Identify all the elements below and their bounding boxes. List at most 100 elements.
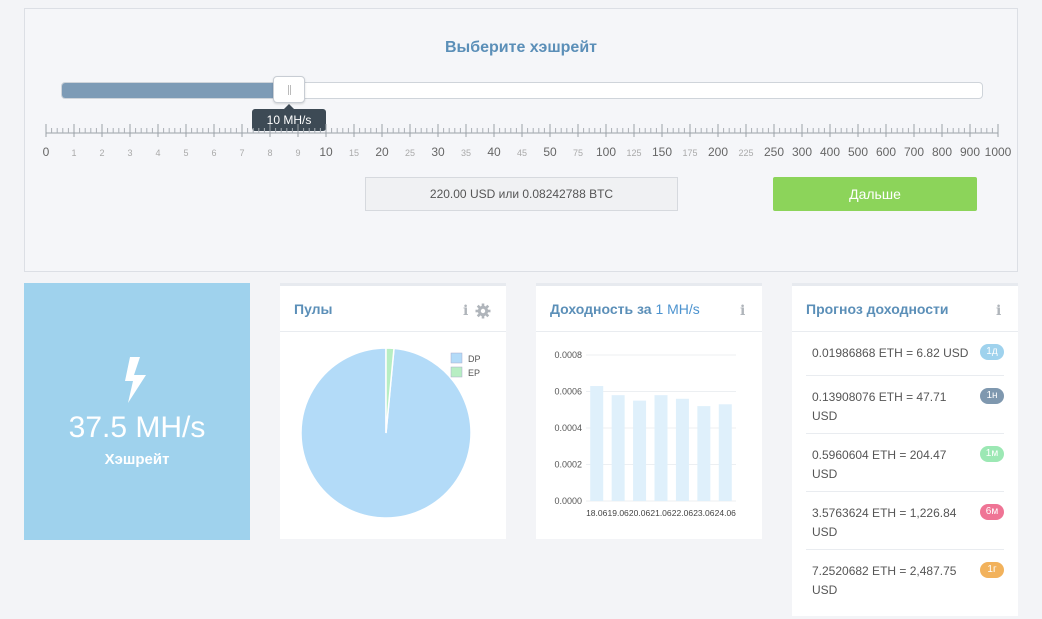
scale-label: 100 xyxy=(596,145,616,159)
hashrate-value: 37.5 MH/s xyxy=(68,411,206,444)
bar xyxy=(633,400,647,501)
profitability-bar-chart: 0.0000 0.0002 0.0004 0.0006 0.0008 18.06 19.06… xyxy=(554,350,737,518)
scale-label: 800 xyxy=(932,145,952,159)
scale-label: 1 xyxy=(71,148,76,158)
grip-icon xyxy=(288,85,291,95)
pools-title: Пулы xyxy=(294,301,333,317)
scale-label: 225 xyxy=(738,148,753,158)
scale-label: 25 xyxy=(405,148,415,158)
hashrate-tile: 37.5 MH/s Хэшрейт xyxy=(24,283,250,540)
y-tick-label: 0.0002 xyxy=(554,460,582,470)
profitability-card-header: Доходность за 1 MH/s i xyxy=(536,286,762,332)
scale-label: 600 xyxy=(876,145,896,159)
scale-label: 5 xyxy=(183,148,188,158)
forecast-row: 0.01986868 ETH = 6.82 USD 1д xyxy=(806,332,1004,376)
hashrate-slider-track[interactable] xyxy=(61,82,983,99)
scale-label: 0 xyxy=(43,145,50,159)
y-tick-label: 0.0006 xyxy=(554,387,582,397)
forecast-title: Прогноз доходности xyxy=(806,301,949,317)
forecast-list: 0.01986868 ETH = 6.82 USD 1д 0.13908076 … xyxy=(792,332,1018,608)
legend-swatch xyxy=(450,352,463,364)
scale-label: 150 xyxy=(652,145,672,159)
bar xyxy=(590,386,604,501)
profitability-title-prefix: Доходность за xyxy=(550,301,652,317)
scale-label: 7 xyxy=(239,148,244,158)
profitability-title: Доходность за 1 MH/s xyxy=(550,301,700,317)
scale-label: 400 xyxy=(820,145,840,159)
x-tick-label: 18.06 xyxy=(586,508,608,518)
forecast-row: 0.5960604 ETH = 204.47 USD 1м xyxy=(806,434,1004,492)
bar xyxy=(697,406,711,501)
scale-label: 45 xyxy=(517,148,527,158)
forecast-row: 3.5763624 ETH = 1,226.84 USD 6м xyxy=(806,492,1004,550)
scale-label: 3 xyxy=(127,148,132,158)
y-tick-label: 0.0008 xyxy=(554,350,582,360)
period-badge: 6м xyxy=(980,504,1004,520)
forecast-amount: 0.5960604 ETH = 204.47 USD xyxy=(812,448,947,481)
forecast-row: 0.13908076 ETH = 47.71 USD 1н xyxy=(806,376,1004,434)
bar xyxy=(654,395,668,501)
hashrate-slider-handle[interactable] xyxy=(273,76,305,103)
scale-label: 300 xyxy=(792,145,812,159)
scale-label: 15 xyxy=(349,148,359,158)
hashrate-selector-panel: Выберите хэшрейт 10 MH/s 0 1 2 3 4 5 6 7 8 9 10 15 2… xyxy=(24,8,1018,272)
scale-label: 900 xyxy=(960,145,980,159)
scale-label: 125 xyxy=(626,148,641,158)
bar xyxy=(611,395,625,501)
pools-card-header: Пулы i xyxy=(280,286,506,332)
scale-label: 200 xyxy=(708,145,728,159)
forecast-amount: 7.2520682 ETH = 2,487.75 USD xyxy=(812,564,957,597)
selector-title: Выберите хэшрейт xyxy=(445,39,597,56)
scale-label: 2 xyxy=(99,148,104,158)
scale-label: 500 xyxy=(848,145,868,159)
scale-label: 8 xyxy=(267,148,272,158)
scale-label: 9 xyxy=(295,148,300,158)
profitability-title-unit: 1 MH/s xyxy=(655,301,700,317)
scale-label: 700 xyxy=(904,145,924,159)
pools-card: Пулы i DP EP xyxy=(280,283,506,539)
forecast-card-header: Прогноз доходности i xyxy=(792,286,1018,332)
legend-label: EP xyxy=(468,368,480,378)
y-tick-label: 0.0004 xyxy=(554,423,582,433)
hashrate-label: Хэшрейт xyxy=(104,451,170,468)
scale-label: 40 xyxy=(487,145,501,159)
scale-label: 20 xyxy=(375,145,389,159)
forecast-card: Прогноз доходности i 0.01986868 ETH = 6.… xyxy=(792,283,1018,616)
pools-pie-chart: DP EP xyxy=(300,347,481,519)
legend-swatch xyxy=(450,366,463,378)
scale-label: 35 xyxy=(461,148,471,158)
period-badge: 1м xyxy=(980,446,1004,462)
x-tick-label: 23.06 xyxy=(693,508,715,518)
forecast-amount: 3.5763624 ETH = 1,226.84 USD xyxy=(812,506,957,539)
info-icon[interactable]: i xyxy=(463,304,471,318)
period-badge: 1н xyxy=(980,388,1004,404)
x-tick-label: 24.06 xyxy=(715,508,737,518)
scale-label: 10 xyxy=(319,145,333,159)
scale-label: 75 xyxy=(573,148,583,158)
slider-scale: 0 1 2 3 4 5 6 7 8 9 10 15 20 25 30 35 40 45 50 75 100 125 150 1… xyxy=(43,124,1012,159)
forecast-amount: 0.01986868 ETH = 6.82 USD xyxy=(812,346,969,360)
bar xyxy=(675,398,689,501)
scale-label: 250 xyxy=(764,145,784,159)
profitability-card: Доходность за 1 MH/s i 0.0000 0.0002 0.000… xyxy=(536,283,762,539)
x-tick-label: 19.06 xyxy=(608,508,630,518)
y-tick-label: 0.0000 xyxy=(554,496,582,506)
scale-label: 1000 xyxy=(985,145,1012,159)
gear-icon[interactable] xyxy=(475,303,491,319)
lightning-bolt-icon xyxy=(125,357,146,403)
bar xyxy=(718,404,732,501)
info-icon[interactable]: i xyxy=(996,304,1004,318)
hashrate-slider-fill xyxy=(62,83,290,98)
scale-label: 4 xyxy=(155,148,160,158)
period-badge: 1д xyxy=(980,344,1004,360)
scale-label: 6 xyxy=(211,148,216,158)
scale-label: 175 xyxy=(682,148,697,158)
forecast-row: 7.2520682 ETH = 2,487.75 USD 1г xyxy=(806,550,1004,608)
period-badge: 1г xyxy=(980,562,1004,578)
next-button[interactable]: Дальше xyxy=(773,177,977,211)
scale-label: 50 xyxy=(543,145,557,159)
legend-label: DP xyxy=(468,354,481,364)
forecast-amount: 0.13908076 ETH = 47.71 USD xyxy=(812,390,947,423)
x-tick-label: 22.06 xyxy=(672,508,694,518)
info-icon[interactable]: i xyxy=(740,304,748,318)
